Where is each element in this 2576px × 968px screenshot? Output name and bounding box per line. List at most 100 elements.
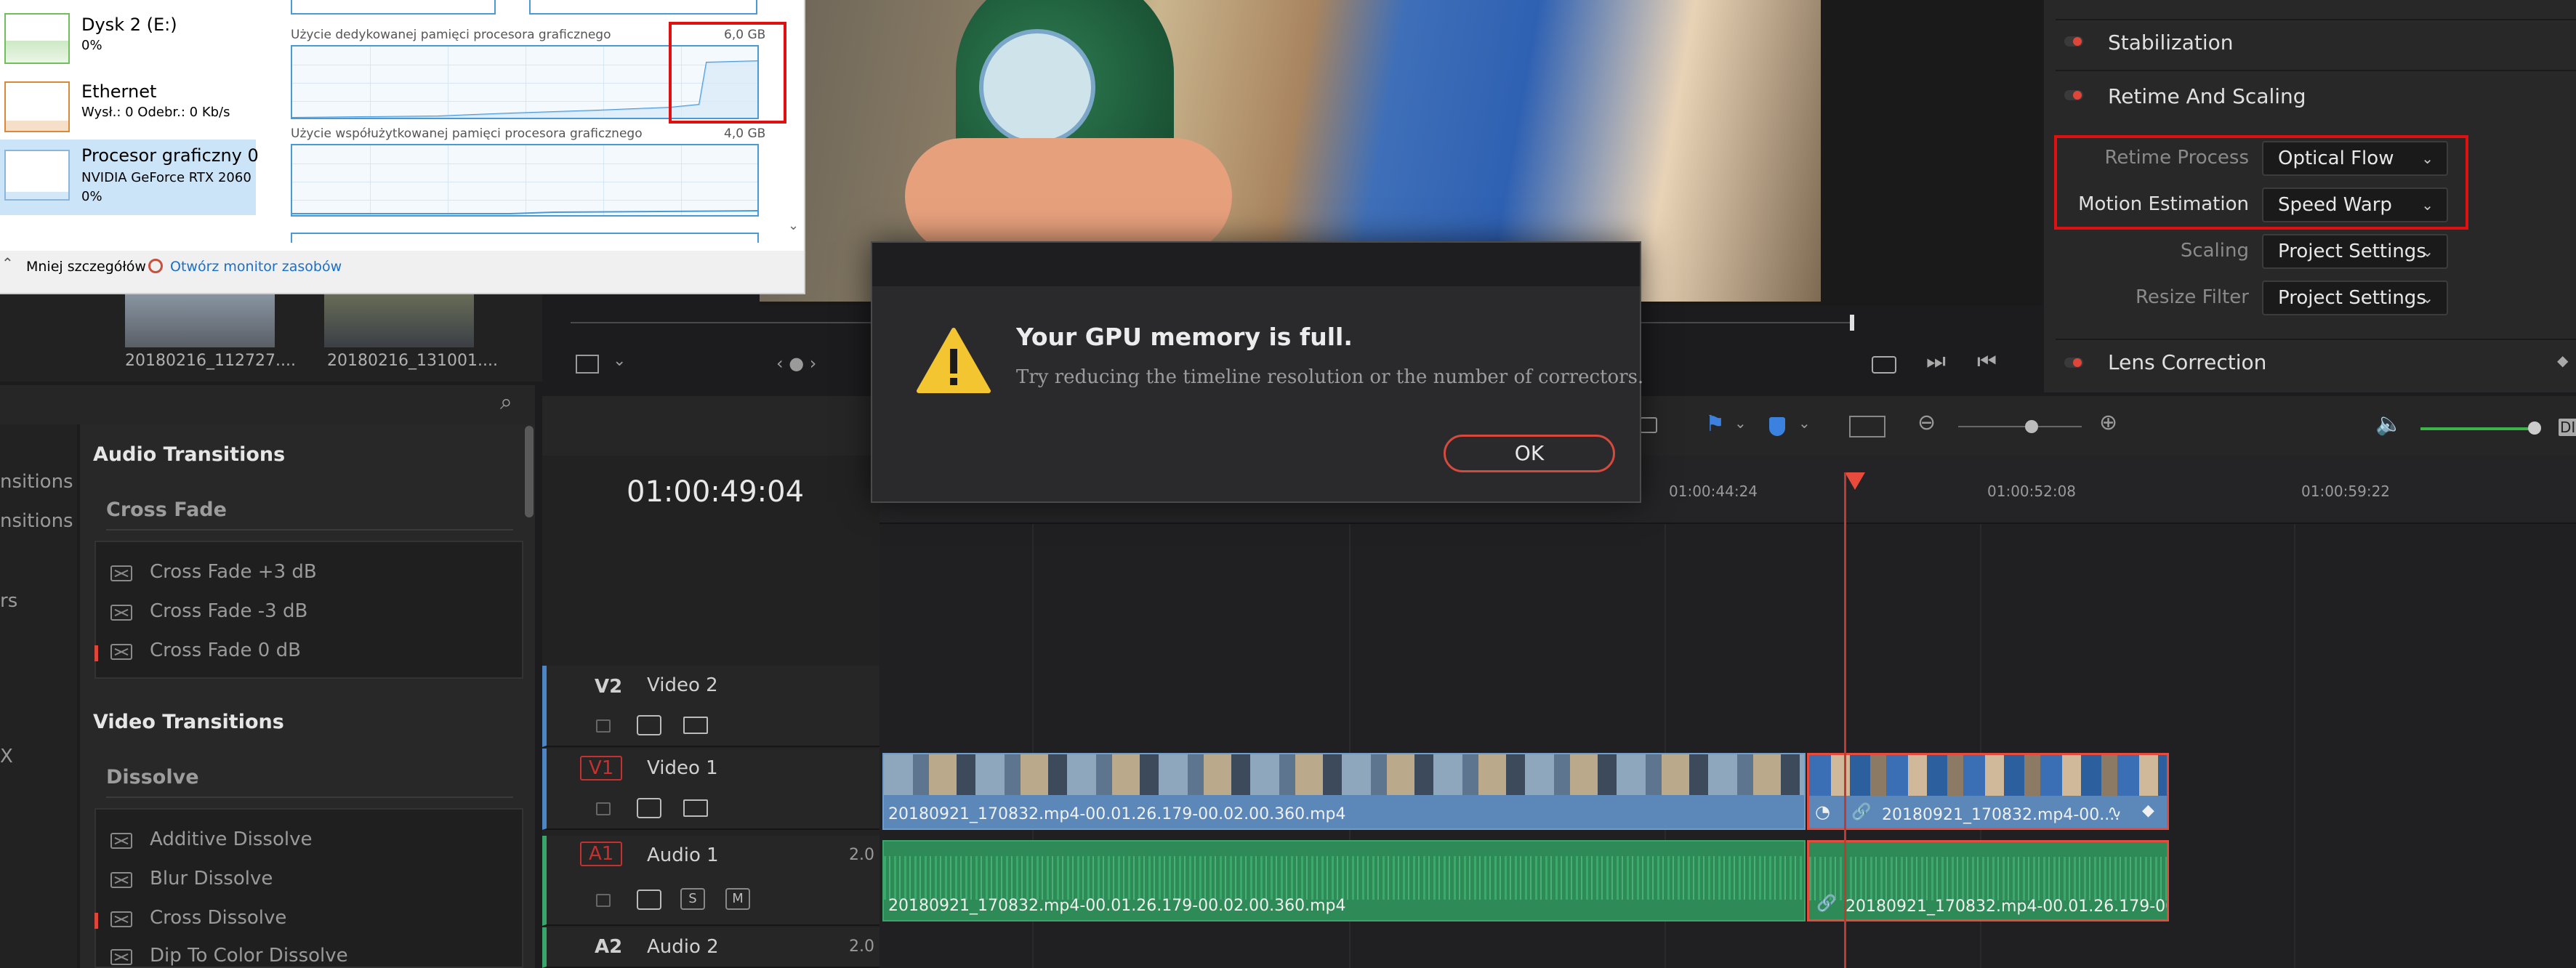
chevron-down-icon[interactable]: ⌄ (1798, 414, 1811, 432)
media-clip-thumb-2[interactable] (324, 291, 474, 347)
effect-item-dip-to-color[interactable]: Dip To Color Dissolve (150, 945, 348, 967)
motion-estimation-value: Speed Warp (2278, 194, 2392, 216)
chevron-down-icon[interactable]: ⌄ (613, 352, 626, 370)
track-tag-v1[interactable]: V1 (580, 756, 623, 781)
auto-select-icon[interactable] (637, 715, 661, 735)
loop-icon[interactable] (1872, 356, 1896, 374)
retime-process-value: Optical Flow (2278, 148, 2394, 169)
marker-icon[interactable] (1769, 417, 1785, 436)
search-icon[interactable]: ⌕ (500, 390, 512, 415)
playhead[interactable] (1845, 472, 1865, 490)
video-transitions-heading: Video Transitions (93, 711, 284, 733)
dim-button[interactable]: DIM (2559, 419, 2576, 436)
flag-icon[interactable]: ⚑ (1705, 411, 1725, 437)
tm-item-disk[interactable]: Dysk 2 (E:) 0% (0, 0, 256, 76)
media-clip-name-2: 20180216_131001.... (327, 352, 498, 370)
tm-top-graph-stub (291, 0, 496, 15)
transform-icon[interactable] (576, 355, 599, 374)
effect-item-blur-dissolve[interactable]: Blur Dissolve (150, 868, 273, 890)
auto-select-icon[interactable] (637, 890, 661, 910)
effect-item-cross-fade-minus3[interactable]: Cross Fade -3 dB (150, 600, 307, 622)
volume-slider-handle[interactable] (2528, 422, 2541, 435)
shared-memory-max: 4,0 GB (724, 126, 766, 141)
track-visible-icon[interactable] (683, 717, 708, 734)
graph-fill (6, 121, 68, 131)
scaling-value: Project Settings (2278, 241, 2426, 262)
retime-scaling-toggle[interactable] (2064, 90, 2083, 100)
dialog-title-bar (872, 243, 1640, 286)
divider (2056, 70, 2576, 71)
media-clip-thumb-1[interactable] (125, 291, 275, 347)
sidebar-item[interactable]: rs (0, 590, 17, 612)
inspector-panel: Stabilization Retime And Scaling Retime … (2044, 0, 2576, 392)
tm-item-sub2: 0% (81, 189, 102, 204)
track-name-a1: Audio 1 (647, 844, 719, 866)
zoom-in-icon[interactable]: ⊕ (2099, 410, 2117, 435)
tm-item-name: Ethernet (81, 81, 157, 102)
zoom-out-icon[interactable]: ⊖ (1917, 410, 1936, 435)
stabilization-label: Stabilization (2108, 31, 2234, 55)
track-name-a2: Audio 2 (647, 936, 719, 958)
jump-start-icon[interactable]: ⏮ (1977, 349, 1997, 374)
mute-button[interactable]: M (725, 888, 750, 910)
tm-item-name: Dysk 2 (E:) (81, 15, 177, 35)
sidebar-item[interactable]: nsitions (0, 471, 73, 493)
link-icon: 🔗 (1851, 803, 1872, 821)
sidebar-item[interactable]: X (0, 746, 13, 767)
dissolve-group[interactable]: Dissolve (106, 766, 199, 788)
clip-a1-b[interactable]: 🔗 20180921_170832.mp4-00.01.26.179-00...… (1807, 840, 2169, 921)
clip-v1-b[interactable]: ◔ 🔗 20180921_170832.mp4-00.... ∿ ◆ (1807, 753, 2169, 830)
playhead-marker[interactable] (1850, 315, 1854, 331)
speaker-icon[interactable]: 🔈 (2375, 411, 2402, 437)
tm-item-sub: NVIDIA GeForce RTX 2060 (81, 170, 251, 185)
prev-next-nav-icon[interactable]: ‹ ● › (776, 353, 816, 374)
tm-item-sub: Wysł.: 0 Odebr.: 0 Kb/s (81, 105, 230, 120)
lens-correction-toggle[interactable] (2064, 358, 2083, 368)
clip-v1-a[interactable]: 20180921_170832.mp4-00.01.26.179-00.02.0… (882, 753, 1806, 830)
cross-fade-group[interactable]: Cross Fade (106, 499, 227, 521)
chevron-up-icon[interactable]: ⌃ (1, 254, 14, 272)
fewer-details-link[interactable]: Mniej szczegółów (26, 259, 146, 275)
lock-icon[interactable] (596, 719, 611, 733)
clip-name: 20180921_170832.mp4-00.01.26.179-00.02.0… (888, 805, 1346, 823)
tm-item-ethernet[interactable]: Ethernet Wysł.: 0 Odebr.: 0 Kb/s (0, 73, 256, 148)
dedicated-memory-label: Użycie dedykowanej pamięci procesora gra… (291, 28, 611, 42)
timeline-view-icon[interactable] (1849, 416, 1885, 437)
divider (2056, 339, 2576, 340)
chevron-down-icon[interactable]: ⌄ (1734, 414, 1747, 432)
track-visible-icon[interactable] (683, 799, 708, 817)
stabilization-toggle[interactable] (2064, 36, 2083, 47)
track-tag-a1[interactable]: A1 (580, 842, 623, 866)
motion-estimation-dropdown[interactable]: Speed Warp ⌄ (2262, 187, 2448, 222)
ruler-timecode-1: 01:00:44:24 (1669, 483, 1758, 500)
keyframe-diamond-icon[interactable]: ◆ (2557, 352, 2568, 369)
clip-a1-a[interactable]: 20180921_170832.mp4-00.01.26.179-00.02.0… (882, 840, 1806, 921)
task-manager-window: Dysk 2 (E:) 0% Ethernet Wysł.: 0 Odebr.:… (0, 0, 805, 294)
scroll-down-icon[interactable]: ⌄ (788, 218, 799, 233)
effect-item-cross-dissolve[interactable]: Cross Dissolve (150, 907, 286, 929)
tm-item-gpu[interactable]: Procesor graficzny 0 NVIDIA GeForce RTX … (0, 140, 259, 215)
shared-memory-line (292, 210, 757, 214)
scaling-dropdown[interactable]: Project Settings ⌄ (2262, 234, 2448, 269)
effect-item-cross-fade-plus3[interactable]: Cross Fade +3 dB (150, 561, 317, 583)
ok-button[interactable]: OK (1444, 435, 1615, 472)
lock-icon[interactable] (596, 894, 611, 907)
lock-icon[interactable] (1640, 417, 1657, 433)
sidebar-item[interactable]: nsitions (0, 510, 73, 532)
retime-process-dropdown[interactable]: Optical Flow ⌄ (2262, 141, 2448, 176)
auto-select-icon[interactable] (637, 798, 661, 818)
effect-item-cross-fade-0[interactable]: Cross Fade 0 dB (150, 640, 301, 661)
inspector-row-top (2056, 0, 2576, 20)
ruler-timecode-2: 01:00:52:08 (1987, 483, 2077, 500)
zoom-slider[interactable] (1958, 426, 2082, 427)
lock-icon[interactable] (596, 802, 611, 815)
zoom-slider-handle[interactable] (2025, 420, 2038, 433)
effects-scrollbar[interactable] (525, 426, 534, 517)
volume-slider[interactable] (2420, 427, 2537, 430)
effect-item-additive-dissolve[interactable]: Additive Dissolve (150, 828, 312, 850)
open-resource-monitor-link[interactable]: Otwórz monitor zasobów (170, 259, 342, 275)
audio-transitions-heading: Audio Transitions (93, 443, 286, 466)
play-icon[interactable]: ⏭ (1926, 349, 1946, 374)
resize-filter-dropdown[interactable]: Project Settings ⌄ (2262, 281, 2448, 315)
solo-button[interactable]: S (680, 888, 705, 910)
